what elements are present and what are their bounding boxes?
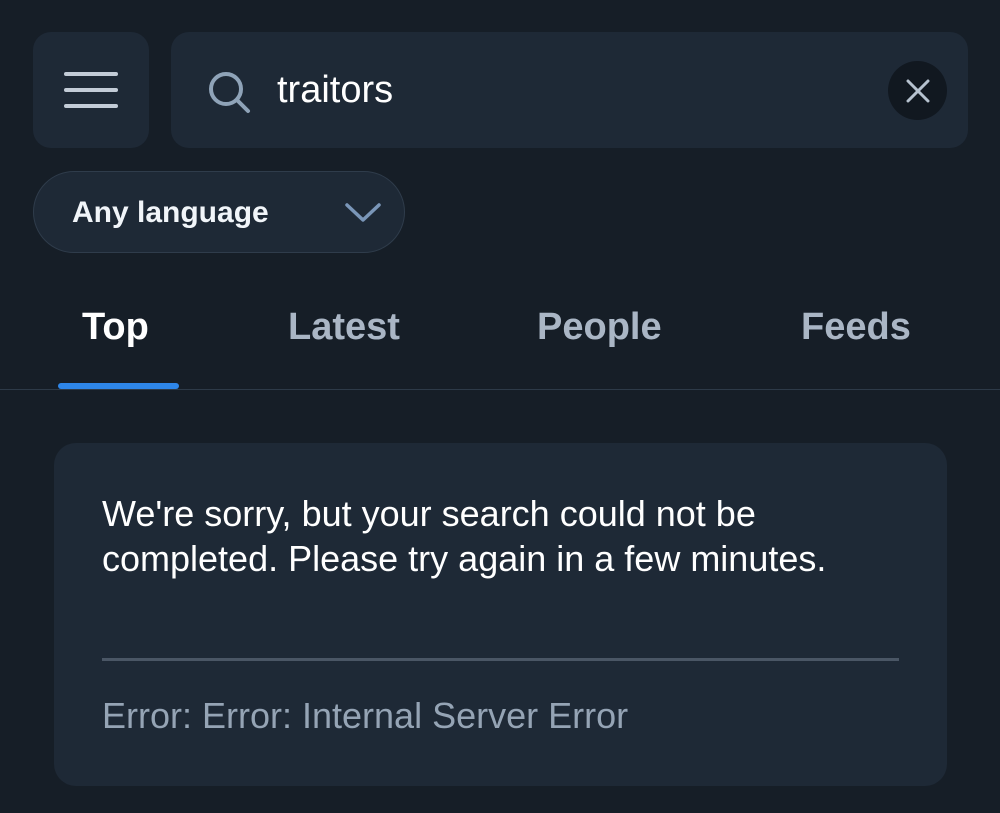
menu-button[interactable]	[33, 32, 149, 148]
error-message: We're sorry, but your search could not b…	[102, 493, 827, 579]
tab-latest[interactable]: Latest	[288, 306, 400, 349]
error-detail: Error: Error: Internal Server Error	[102, 695, 629, 736]
tab-top[interactable]: Top	[82, 306, 149, 349]
search-bar	[171, 32, 968, 148]
search-input[interactable]	[277, 60, 857, 120]
chevron-down-icon	[345, 203, 381, 222]
language-dropdown[interactable]: Any language	[33, 171, 405, 253]
active-tab-indicator	[58, 383, 179, 389]
language-dropdown-label: Any language	[72, 196, 269, 229]
error-divider	[102, 658, 899, 661]
tab-feeds[interactable]: Feeds	[801, 306, 911, 349]
close-icon	[906, 79, 929, 102]
search-icon	[209, 72, 250, 113]
hamburger-menu-icon	[64, 72, 118, 108]
clear-search-button[interactable]	[888, 61, 947, 120]
search-screen: Any language Top Latest People Feeds We'…	[0, 0, 1000, 813]
search-tabs: Top Latest People Feeds	[0, 270, 1000, 390]
error-card: We're sorry, but your search could not b…	[54, 443, 947, 786]
tab-people[interactable]: People	[537, 306, 662, 349]
